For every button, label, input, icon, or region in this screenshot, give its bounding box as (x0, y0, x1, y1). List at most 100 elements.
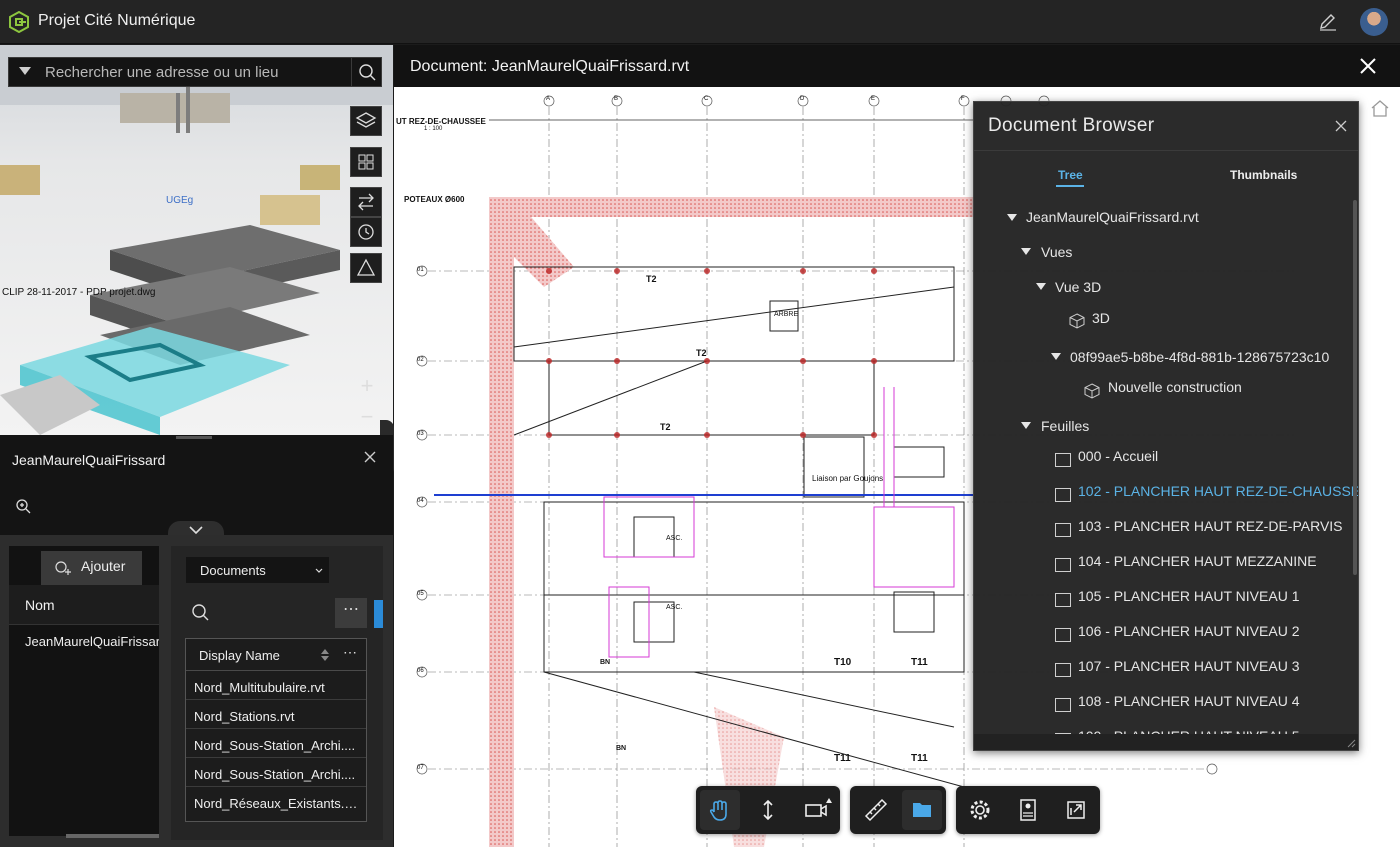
search-icon[interactable] (190, 602, 210, 622)
expand-icon[interactable] (1021, 422, 1031, 429)
table-scrollbar[interactable] (66, 834, 159, 838)
search-dropdown-icon[interactable] (19, 67, 31, 75)
layers-button[interactable] (350, 106, 382, 136)
action-button-edge[interactable] (374, 600, 383, 628)
expand-icon[interactable] (1007, 214, 1017, 221)
document-row[interactable]: Nord_Sous-Station_Archi.... (186, 758, 366, 787)
grid-row-label: 04 (417, 498, 424, 504)
tab-tree[interactable]: Tree (1058, 168, 1083, 182)
expand-icon[interactable] (1036, 283, 1046, 290)
document-row[interactable]: Nord_Stations.rvt (186, 700, 366, 729)
tree-vue3d[interactable]: Vue 3D (1055, 279, 1101, 295)
search-icon (359, 64, 376, 81)
document-row[interactable]: Nord_Réseaux_Existants.rvt (186, 787, 366, 816)
pan-icon (709, 800, 727, 821)
tree-nouvelle[interactable]: Nouvelle construction (1108, 379, 1242, 395)
swap-button[interactable] (350, 187, 382, 217)
settings-button[interactable] (960, 790, 1000, 830)
close-icon[interactable] (1359, 57, 1377, 75)
documents-select[interactable]: Documents (186, 557, 329, 583)
tree-sheet[interactable]: 104 - PLANCHER HAUT MEZZANINE (1078, 553, 1317, 569)
room-label: ARBRE (774, 311, 799, 318)
edit-icon[interactable] (1318, 12, 1338, 32)
measure-button[interactable] (856, 790, 896, 830)
more-options-button[interactable]: ⋯ (335, 598, 367, 628)
room-label: BN (616, 745, 627, 752)
grid-row-label: 01 (417, 267, 424, 273)
browser-title: Document Browser (988, 115, 1155, 136)
tree-guid[interactable]: 08f99ae5-b8be-4f8d-881b-128675723c10 (1070, 349, 1329, 365)
grid-icon (358, 154, 374, 170)
navigation-toolbar (696, 786, 840, 834)
resize-handle-icon[interactable] (1346, 738, 1356, 748)
zoom-out-button[interactable]: − (352, 403, 382, 433)
close-icon[interactable] (362, 449, 378, 465)
clock-icon (358, 224, 374, 240)
browser-scrollbar[interactable] (1353, 200, 1357, 575)
drawing-note: Liaison par Goujons (812, 474, 884, 483)
grid-col-label: D (800, 96, 805, 102)
measure-button[interactable] (350, 253, 382, 283)
drawing-title: UT REZ-DE-CHAUSSEE (396, 117, 486, 126)
room-label: T11 (911, 753, 928, 764)
time-button[interactable] (350, 217, 382, 247)
vertical-move-button[interactable] (748, 790, 788, 830)
tree-3d[interactable]: 3D (1092, 310, 1110, 326)
documents-select-value: Documents (200, 563, 266, 578)
search-button[interactable] (351, 58, 381, 86)
tab-thumbnails[interactable]: Thumbnails (1230, 168, 1297, 182)
zoom-to-icon[interactable] (14, 497, 32, 515)
column-menu-icon[interactable]: ⋯ (343, 644, 357, 661)
home-icon[interactable] (1369, 98, 1391, 118)
pan-button[interactable] (700, 790, 740, 830)
tree-sheet-selected[interactable]: 102 - PLANCHER HAUT REZ-DE-CHAUSSEE (1078, 483, 1358, 499)
document-browser-button[interactable] (902, 790, 942, 830)
close-icon[interactable] (1334, 119, 1348, 133)
swap-icon (358, 193, 374, 211)
layers-icon (355, 112, 377, 128)
sheet-icon (1055, 663, 1071, 677)
documents-table: Display Name ⋯ Nord_Multitubulaire.rvt N… (185, 638, 367, 822)
display-name-header[interactable]: Display Name ⋯ (186, 639, 366, 671)
grid-row-label: 06 (417, 668, 424, 674)
document-row[interactable]: Nord_Sous-Station_Archi.... (186, 729, 366, 758)
expand-icon[interactable] (1051, 353, 1061, 360)
tree-sheet[interactable]: 000 - Accueil (1078, 448, 1158, 464)
table-row[interactable]: JeanMaurelQuaiFrissard (25, 634, 159, 649)
room-label: T2 (646, 274, 657, 284)
expand-icon[interactable] (1021, 248, 1031, 255)
properties-button[interactable] (1008, 790, 1048, 830)
scene-view[interactable]: UGEg CLIP 28-11-2017 - PDP projet.dwg + … (0, 45, 393, 435)
document-row[interactable]: Nord_Multitubulaire.rvt (186, 671, 366, 700)
cube-icon (1069, 313, 1085, 329)
camera-icon (805, 798, 832, 817)
fullscreen-button[interactable] (1056, 790, 1096, 830)
sheet-icon (1055, 593, 1071, 607)
camera-button[interactable] (796, 790, 836, 830)
sheet-icon (1055, 558, 1071, 572)
column-header-nom[interactable]: Nom (9, 585, 159, 625)
map-label-uge: UGEg (166, 195, 194, 206)
address-search[interactable] (8, 57, 382, 87)
zoom-in-button[interactable]: + (352, 372, 382, 402)
tree-sheet[interactable]: 108 - PLANCHER HAUT NIVEAU 4 (1078, 693, 1299, 709)
user-avatar[interactable] (1360, 8, 1388, 36)
sheet-icon (1055, 698, 1071, 712)
tree-sheet[interactable]: 103 - PLANCHER HAUT REZ-DE-PARVIS (1078, 518, 1343, 534)
tree-sheet[interactable]: 105 - PLANCHER HAUT NIVEAU 1 (1078, 588, 1299, 604)
tree-sheet[interactable]: 107 - PLANCHER HAUT NIVEAU 3 (1078, 658, 1299, 674)
column-nom-label: Nom (25, 597, 55, 613)
tree-vues[interactable]: Vues (1041, 244, 1072, 260)
basemap-button[interactable] (350, 147, 382, 177)
drag-handle[interactable] (176, 436, 212, 439)
sort-icon[interactable] (320, 648, 330, 662)
sheet-icon (1055, 488, 1071, 502)
add-button[interactable]: Ajouter (41, 551, 142, 585)
tree-root[interactable]: JeanMaurelQuaiFrissard.rvt (1026, 209, 1199, 225)
tree-feuilles[interactable]: Feuilles (1041, 418, 1089, 434)
fullscreen-icon (1067, 801, 1085, 819)
drawing-poteaux: POTEAUX Ø600 (404, 195, 465, 204)
tab-tree-underline (1056, 185, 1084, 187)
search-input[interactable] (45, 61, 345, 83)
tree-sheet[interactable]: 106 - PLANCHER HAUT NIVEAU 2 (1078, 623, 1299, 639)
